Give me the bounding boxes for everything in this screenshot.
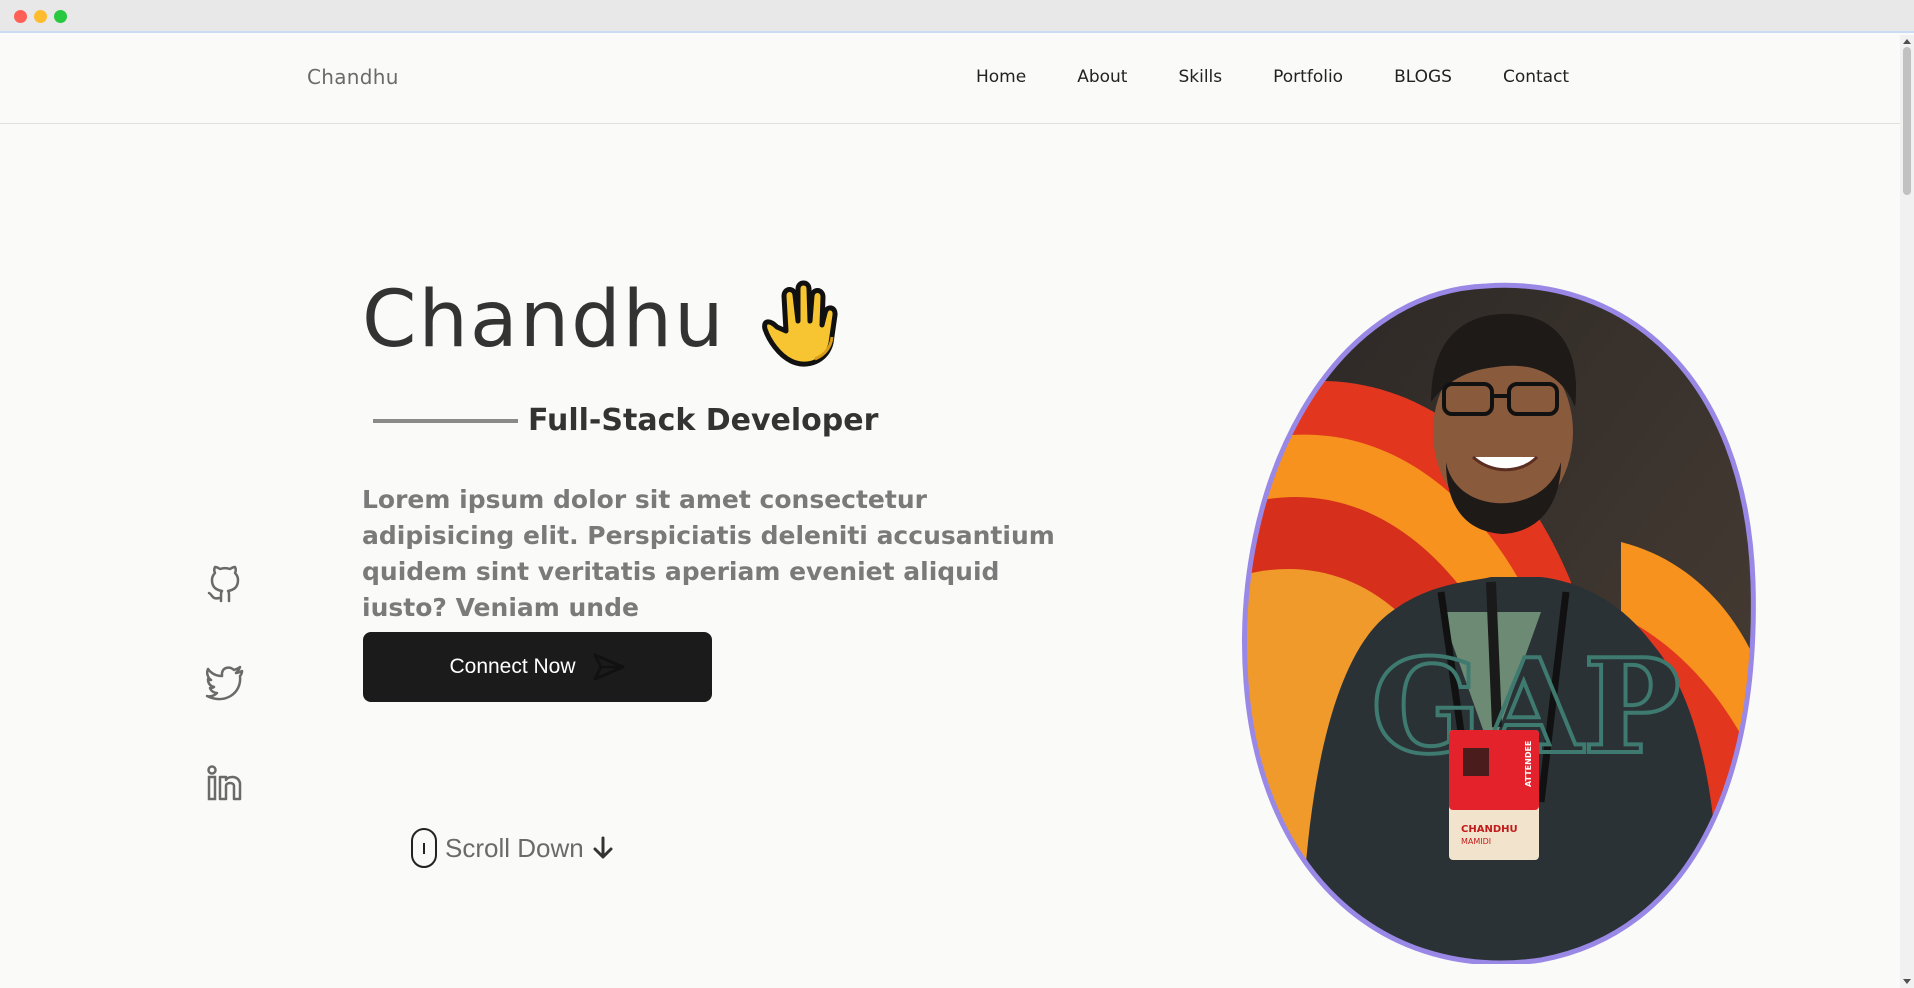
close-window-button[interactable] (14, 10, 27, 23)
nav-home[interactable]: Home (976, 67, 1026, 87)
page: Chandhu Home About Skills Portfolio BLOG… (0, 35, 1900, 988)
scroll-thumb[interactable] (1903, 47, 1911, 195)
minimize-window-button[interactable] (34, 10, 47, 23)
linkedin-icon[interactable] (205, 763, 245, 803)
scroll-down-link[interactable]: Scroll Down (411, 828, 614, 868)
hero-subtitle: Full-Stack Developer (528, 403, 879, 438)
subtitle-divider (373, 419, 518, 423)
connect-now-button[interactable]: Connect Now (363, 632, 712, 702)
arrow-down-icon (593, 836, 613, 859)
nav-about[interactable]: About (1077, 67, 1127, 87)
send-icon (593, 653, 625, 681)
window-titlebar (0, 0, 1914, 33)
twitter-icon[interactable] (205, 663, 245, 703)
mouse-icon (411, 828, 437, 868)
connect-now-label: Connect Now (449, 655, 576, 678)
badge-role: ATTENDEE (1524, 741, 1533, 787)
badge-surname: MAMIDI (1461, 837, 1491, 846)
github-icon[interactable] (205, 565, 245, 605)
scroll-up-arrow[interactable] (1903, 39, 1911, 44)
scroll-down-arrow[interactable] (1903, 979, 1911, 984)
zoom-window-button[interactable] (54, 10, 67, 23)
nav-skills[interactable]: Skills (1178, 67, 1222, 87)
waving-hand-icon (762, 280, 838, 367)
nav-portfolio[interactable]: Portfolio (1273, 67, 1343, 87)
nav-blogs[interactable]: BLOGS (1394, 67, 1452, 87)
profile-photo: GAP CHANDHU MAMIDI ATTENDEE (1242, 282, 1756, 964)
main-nav: Home About Skills Portfolio BLOGS Contac… (976, 67, 1569, 87)
hero-name: Chandhu (362, 275, 726, 365)
badge-name: CHANDHU (1461, 824, 1518, 835)
nav-contact[interactable]: Contact (1503, 67, 1569, 87)
scroll-down-label: Scroll Down (445, 832, 584, 863)
site-header: Chandhu Home About Skills Portfolio BLOG… (0, 35, 1900, 124)
site-logo[interactable]: Chandhu (307, 65, 399, 89)
page-scrollbar[interactable] (1900, 35, 1914, 988)
hero-description: Lorem ipsum dolor sit amet consectetur a… (362, 485, 1055, 622)
